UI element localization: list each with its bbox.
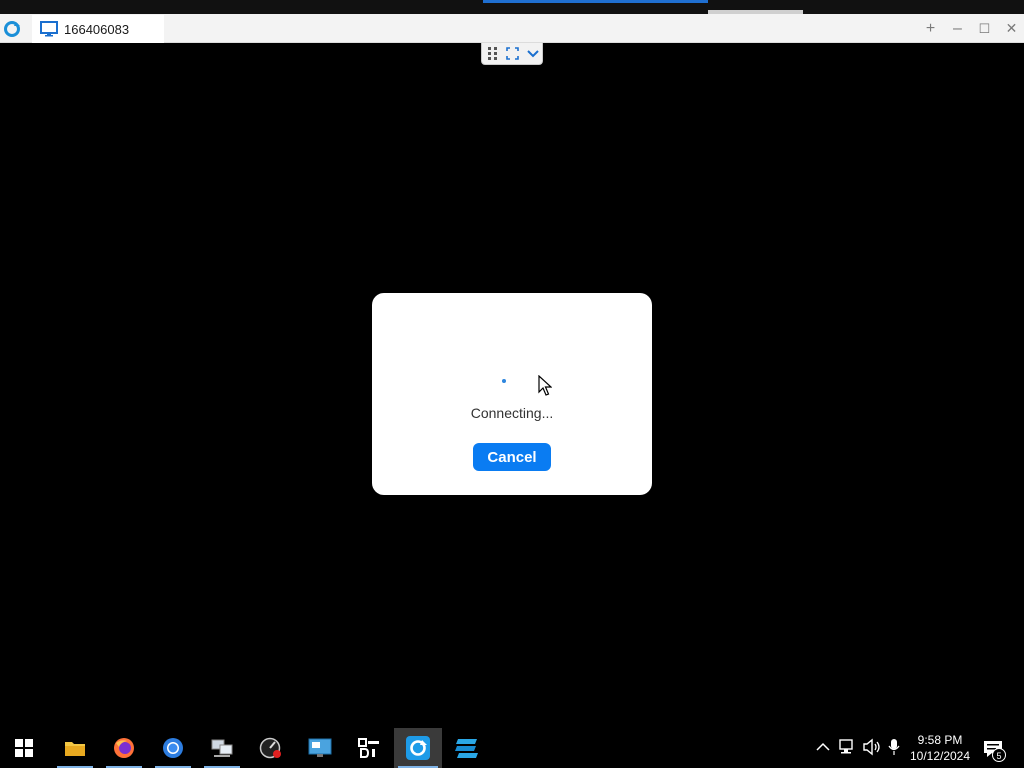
- remote-desktop-icon: [308, 738, 332, 757]
- chevron-down-icon[interactable]: [527, 49, 539, 59]
- taskbar: 9:58 PM 10/12/2024 5: [0, 728, 1024, 768]
- cancel-button[interactable]: Cancel: [473, 443, 551, 471]
- notification-count-badge: 5: [992, 748, 1006, 762]
- taskbar-file-explorer[interactable]: [53, 728, 97, 768]
- drag-handle-icon[interactable]: [488, 47, 498, 60]
- windows-logo-icon: [15, 739, 33, 757]
- taskbar-speedometer-tool[interactable]: [249, 728, 293, 768]
- loading-spinner-icon: [502, 379, 506, 383]
- taskbar-remote-app[interactable]: [394, 728, 442, 768]
- remote-app-titlebar: 166406083 + – ☐ ✕: [0, 14, 1024, 43]
- system-clock[interactable]: 9:58 PM 10/12/2024: [906, 732, 974, 764]
- taskbar-remote-desktop[interactable]: [298, 728, 342, 768]
- taskbar-blue-stripes-app[interactable]: [445, 728, 489, 768]
- mouse-cursor-icon: [538, 375, 552, 396]
- chevron-up-icon[interactable]: [816, 742, 830, 752]
- clock-date: 10/12/2024: [909, 749, 971, 763]
- fullscreen-icon[interactable]: [506, 47, 519, 60]
- new-tab-button[interactable]: +: [917, 14, 944, 43]
- taskbar-chrome[interactable]: [151, 728, 195, 768]
- taskbar-network-tool[interactable]: [200, 728, 244, 768]
- network-computers-icon: [211, 739, 233, 757]
- folder-icon: [65, 742, 85, 756]
- minimize-button[interactable]: –: [944, 14, 971, 43]
- remote-app-logo-icon[interactable]: [3, 20, 21, 38]
- network-icon[interactable]: [838, 738, 856, 756]
- taskbar-di-tool[interactable]: [347, 728, 391, 768]
- host-active-tab-indicator: [483, 0, 708, 3]
- close-button[interactable]: ✕: [998, 14, 1024, 43]
- connecting-status-text: Connecting...: [470, 405, 554, 421]
- speedometer-icon: [259, 737, 281, 759]
- connecting-dialog: Connecting... Cancel: [372, 293, 652, 495]
- clock-time: 9:58 PM: [917, 733, 963, 747]
- chrome-icon: [163, 738, 183, 758]
- session-toolbar: [481, 43, 543, 65]
- host-titlebar-strip: [0, 0, 1024, 14]
- session-tab-label: 166406083: [64, 21, 130, 37]
- session-tab[interactable]: 166406083: [32, 15, 164, 43]
- monitor-icon: [40, 21, 58, 37]
- remote-app-icon: [406, 736, 430, 760]
- blue-stripes-app-icon: [455, 739, 478, 758]
- di-tool-icon: [358, 738, 379, 758]
- start-button[interactable]: [2, 728, 46, 768]
- taskbar-firefox[interactable]: [102, 728, 146, 768]
- volume-icon[interactable]: [862, 738, 882, 756]
- maximize-button[interactable]: ☐: [971, 14, 998, 43]
- firefox-icon: [114, 738, 134, 758]
- microphone-icon[interactable]: [888, 738, 900, 756]
